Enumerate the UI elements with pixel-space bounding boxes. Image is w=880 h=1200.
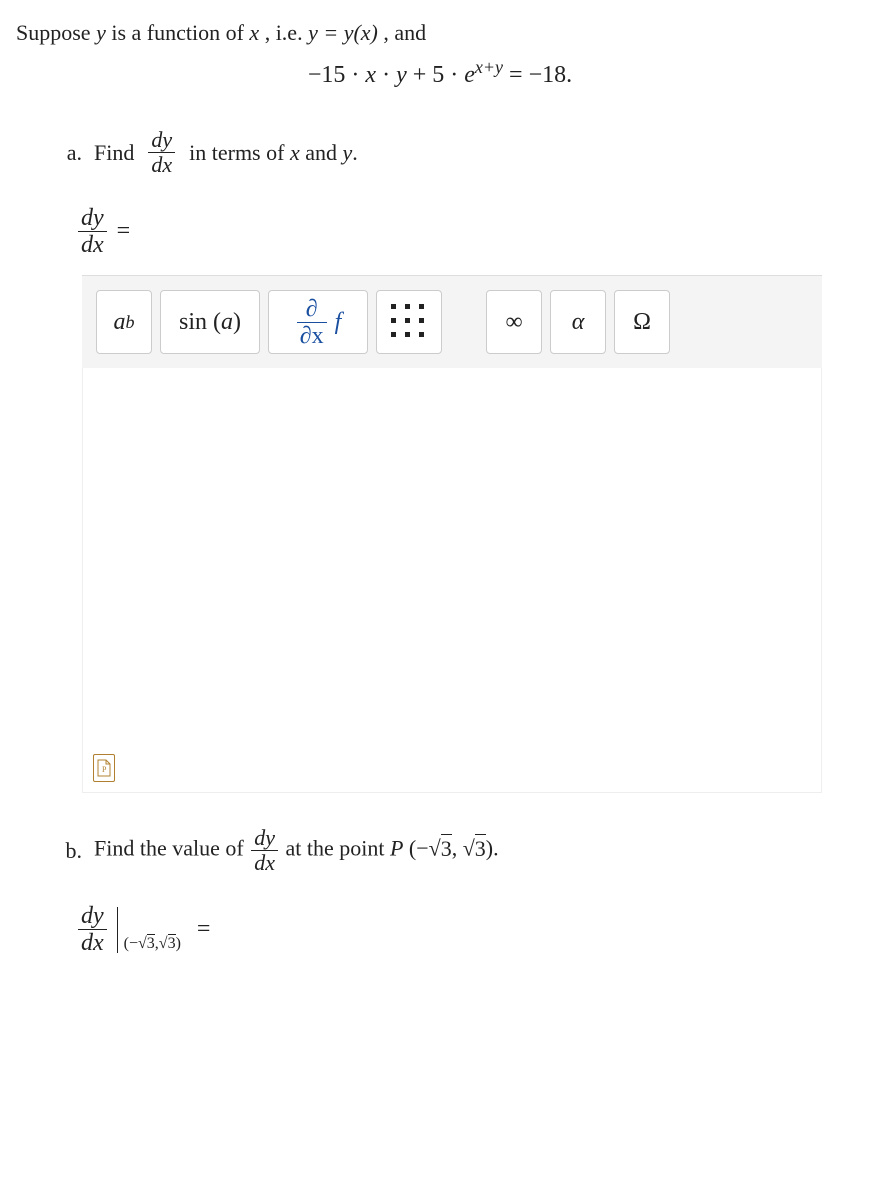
partial-derivative-button[interactable]: ∂ ∂x f (268, 290, 368, 354)
pnum: ∂ (303, 297, 321, 322)
main-equation: −15 · x · y + 5 · ex+y = −18. (16, 57, 864, 89)
text: Find the value of dy dx at the point P (… (94, 827, 499, 874)
frac-den: dx (78, 929, 107, 955)
eval-bar (117, 907, 118, 953)
t: at the point (285, 836, 389, 861)
t: , (452, 836, 463, 861)
var-x: x (365, 62, 376, 88)
text: , i.e. (265, 20, 308, 45)
math-input-area[interactable]: P (82, 368, 822, 793)
dy-dx-fraction: dy dx (78, 904, 107, 955)
attachment-icon[interactable]: P (93, 754, 115, 782)
eq-part: −15 · (308, 62, 366, 88)
rad: 3 (147, 934, 155, 952)
part-a-answer-lead: dy dx = (76, 206, 864, 257)
part-b-answer-lead: dy dx (−√3,√3) = (76, 904, 864, 955)
frac-num: dy (251, 827, 278, 850)
equals-sign: = (197, 916, 211, 943)
math-toolbar: ab sin (a) ∂ ∂x f ∞ α Ω (82, 275, 822, 368)
frac-den: dx (78, 231, 107, 257)
alpha-button[interactable]: α (550, 290, 606, 354)
frac-num: dy (78, 904, 107, 929)
sqrt: √ (463, 836, 475, 861)
eq-part: · (382, 62, 396, 88)
keypad-button[interactable] (376, 290, 442, 354)
dy-dx-fraction: dy dx (251, 827, 278, 874)
exponent-button[interactable]: ab (96, 290, 152, 354)
equals-sign: = (117, 218, 131, 245)
prompt-text: Suppose y is a function of x , i.e. y = … (16, 16, 864, 49)
sup: b (126, 312, 135, 333)
f: f (335, 309, 342, 336)
svg-text:P: P (102, 765, 107, 774)
eval-point: (−√3,√3) (124, 935, 181, 953)
page-icon: P (97, 759, 111, 777)
sqrt: √ (429, 836, 441, 861)
t: . (352, 140, 358, 165)
infinity-button[interactable]: ∞ (486, 290, 542, 354)
rad: 3 (168, 934, 176, 952)
t: ) (176, 935, 181, 952)
trig-button[interactable]: sin (a) (160, 290, 260, 354)
eq-part: + 5 · (413, 62, 465, 88)
frac-num: dy (148, 129, 175, 152)
t: ). (486, 836, 499, 861)
glyph: ∞ (505, 309, 522, 336)
var-x: x (249, 20, 259, 45)
sqrt: √ (159, 935, 168, 952)
part-b-prompt: b. Find the value of dy dx at the point … (52, 827, 864, 874)
glyph: Ω (633, 309, 651, 336)
sqrt: √ (138, 935, 147, 952)
rad: 3 (441, 834, 452, 861)
text: is a function of (111, 20, 249, 45)
fn: sin (179, 309, 207, 336)
partial-frac: ∂ ∂x (297, 297, 327, 348)
part-a-label: a. (52, 140, 82, 166)
base: a (114, 309, 126, 336)
rad: 3 (475, 834, 486, 861)
eq-rhs: = −18. (509, 62, 572, 88)
t: and (300, 140, 343, 165)
var-y: y (396, 62, 407, 88)
part-b-label: b. (52, 838, 82, 864)
keypad-icon (391, 304, 427, 340)
var-x: x (290, 140, 300, 165)
frac-den: dx (251, 850, 278, 874)
eq-e: e (464, 62, 475, 88)
dy-dx-fraction: dy dx (78, 206, 107, 257)
equation-yeq: y = y(x) (308, 20, 378, 45)
eq-exponent: x+y (475, 57, 503, 77)
var-y: y (96, 20, 106, 45)
text: Find (94, 140, 134, 166)
pden: ∂x (297, 322, 327, 348)
dy-dx-fraction: dy dx (148, 129, 175, 176)
part-a-prompt: a. Find dy dx in terms of x and y. (52, 129, 864, 176)
t: (− (124, 935, 138, 952)
var-y: y (342, 140, 352, 165)
t: in terms of (189, 140, 290, 165)
glyph: α (572, 309, 585, 336)
arg: a (221, 309, 233, 336)
text: Suppose (16, 20, 96, 45)
omega-button[interactable]: Ω (614, 290, 670, 354)
text: in terms of x and y. (189, 140, 358, 166)
pt: P (390, 836, 403, 861)
text: , and (383, 20, 426, 45)
t: (− (409, 836, 429, 861)
frac-den: dx (148, 152, 175, 176)
t: Find the value of (94, 836, 249, 861)
frac-num: dy (78, 206, 107, 231)
